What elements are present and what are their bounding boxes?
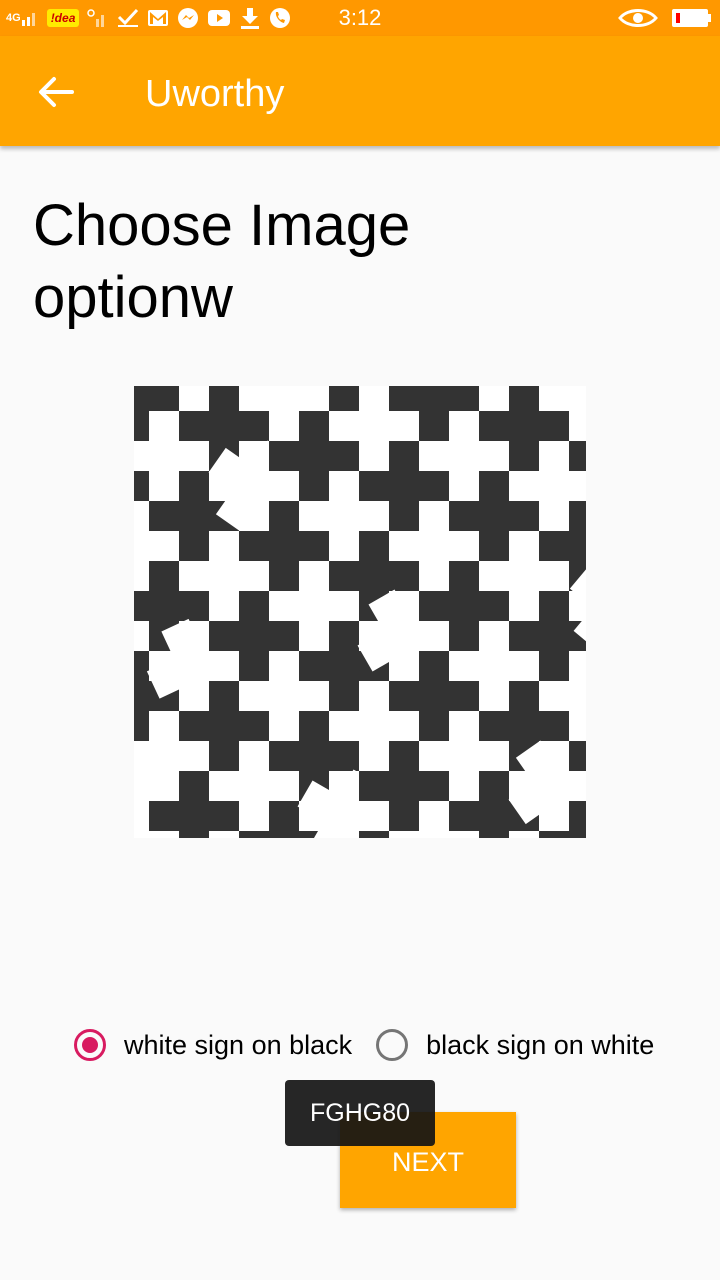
arrow-left-icon [39, 77, 74, 107]
battery-icon [672, 9, 711, 27]
sign-option-group: white sign on black black sign on white [72, 1022, 654, 1068]
radio-dot [82, 1037, 98, 1053]
status-bar: 4G !dea 3:12 [0, 0, 720, 36]
option-label: white sign on black [124, 1029, 353, 1060]
toast-message: FGHG80 [285, 1080, 435, 1146]
app-bar: Uworthy [0, 36, 720, 146]
option-black-on-white[interactable]: black sign on white [374, 1022, 654, 1068]
status-right-icons [618, 6, 711, 30]
back-button[interactable] [24, 60, 88, 124]
app-title: Uworthy [145, 73, 285, 115]
radio-selected-icon[interactable] [74, 1029, 106, 1061]
cross-pattern-image [134, 386, 586, 838]
option-label: black sign on white [426, 1029, 655, 1060]
battery-fill [676, 13, 680, 23]
radio-unselected-icon[interactable] [376, 1029, 409, 1061]
status-time: 3:12 [338, 5, 382, 30]
option-white-on-black[interactable]: white sign on black [72, 1022, 352, 1068]
eye-icon [618, 6, 658, 30]
page-heading: Choose Image optionw [33, 193, 411, 330]
